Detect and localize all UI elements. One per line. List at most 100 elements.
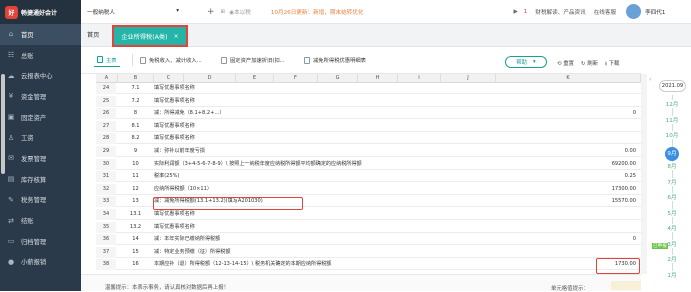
table-row[interactable]: 25 7.2 填写优惠事项名称 — [96, 95, 641, 107]
notification-count[interactable]: 1 — [524, 9, 528, 15]
subtab-main[interactable]: 主表 — [94, 53, 120, 67]
closing-icon: ⇄ — [8, 216, 14, 225]
table-row[interactable]: 35 13.2 填写优惠事项名称 — [96, 221, 641, 233]
scrollbar-thumb[interactable] — [1, 74, 5, 174]
close-icon[interactable]: × — [174, 33, 179, 40]
sidebar-item-reimburse[interactable]: ● 小薪报销 — [0, 252, 81, 273]
highlight-tax-reduction — [153, 197, 303, 210]
item-description: 填写优惠事项名称 — [154, 85, 195, 91]
play-icon[interactable]: ▶ — [513, 9, 517, 15]
table-row[interactable]: 32 12 应纳所得税额（10×11） 17300.00 — [96, 183, 641, 195]
tax-form-sheet[interactable]: ABCDEFGHIJK 24 7.1 填写优惠事项名称 25 7.2 填写优惠事项名称 26… — [96, 74, 641, 274]
table-row[interactable]: 30 10 实际利润额（3+4-5-6-7-8-9）\ 按照上一纳税年度应纳税所得额… — [96, 158, 641, 170]
row-number: 36 — [96, 234, 116, 246]
sidebar-item-salary[interactable]: ♙ 工资 — [0, 127, 81, 148]
subtab-tax-reduction-detail[interactable]: 减免所得税优惠明细表 — [301, 53, 369, 67]
row-number: 26 — [96, 108, 116, 120]
table-row[interactable]: 28 8.2 填写优惠事项名称 — [96, 133, 641, 145]
amount-cell[interactable]: 0.00 — [625, 146, 636, 157]
company-select[interactable]: 一般纳税人 ▾ — [87, 8, 183, 16]
user-name[interactable]: 李四代1 — [645, 8, 665, 16]
subtab-accelerated-depreciation[interactable]: 固定资产加速折旧(扣... — [218, 53, 288, 67]
sidebar-item-money[interactable]: ¥ 资金管理 — [0, 86, 81, 107]
sidebar-item-asset[interactable]: ▣ 固定资产 — [0, 107, 81, 128]
sidebar-item-archive[interactable]: ▭ 归档管理 — [0, 231, 81, 252]
sidebar-item-closing[interactable]: ⇄ 结账 — [0, 210, 81, 231]
timeline-month[interactable]: 4月 — [665, 224, 679, 232]
timeline-month[interactable]: 1月 — [665, 270, 679, 279]
timeline-month[interactable]: 7月 — [665, 177, 679, 186]
timeline-month[interactable]: 11月 — [665, 115, 679, 124]
amount-cell[interactable]: 69200.00 — [612, 159, 636, 170]
help-dropdown-button[interactable]: 帮助 ▾ — [505, 56, 547, 68]
column-header-cell: H — [358, 74, 398, 83]
table-row[interactable]: 31 11 税率(25%) 0.25 — [96, 171, 641, 183]
table-row[interactable]: 37 15 减：特定业务预缴（征）所得税额 — [96, 246, 641, 258]
sidebar-item-ledger[interactable]: ☷ 总账 — [0, 45, 81, 66]
tax-icon: ✎ — [8, 195, 14, 204]
table-row[interactable]: 27 8.1 填写优惠事项名称 — [96, 120, 641, 132]
row-number: 25 — [96, 95, 116, 107]
timeline-month[interactable]: 12月 — [665, 100, 679, 108]
timeline-month[interactable]: 2月 — [665, 255, 679, 263]
year-selector[interactable]: 2021.09 — [659, 80, 686, 92]
line-number: 9 — [133, 148, 138, 154]
timeline-month[interactable]: 9月 — [665, 146, 679, 161]
line-number: 8.2 — [131, 135, 140, 142]
avatar[interactable] — [626, 4, 642, 19]
sidebar-item-label: 云报表中心 — [21, 73, 53, 81]
sidebar-item-inventory[interactable]: ▤ 库存核算 — [0, 169, 81, 190]
amount-cell[interactable]: 0 — [633, 108, 636, 119]
subtab-label: 主表 — [106, 57, 117, 64]
amount-cell[interactable]: 15570.00 — [612, 196, 636, 207]
timeline-month[interactable]: 6月 — [665, 193, 679, 201]
logo-mark: 好 — [5, 5, 18, 19]
sidebar-item-label: 小薪报销 — [21, 259, 47, 267]
amount-cell[interactable]: 17300.00 — [612, 184, 636, 195]
row-number: 37 — [96, 246, 116, 258]
update-notice[interactable]: 10月26日更新：新增，期末结转优化 — [271, 8, 364, 16]
item-description: 填写优惠事项名称 — [154, 122, 195, 129]
amount-cell[interactable]: 0.25 — [625, 171, 636, 182]
table-row[interactable]: 29 9 减：弥补以前年度亏损 0.00 — [96, 146, 641, 157]
vertical-scrollbar[interactable] — [641, 74, 647, 274]
tax-mode-label: ◉本以税 — [229, 9, 251, 16]
sidebar-item-cloud[interactable]: ☁ 云报表中心 — [0, 65, 81, 86]
table-row[interactable]: 26 8 减：所得减免（8.1+8.2+…） 0 — [96, 108, 641, 120]
tab-home[interactable]: 首页 — [87, 30, 99, 39]
row-number: 38 — [96, 259, 116, 271]
item-description: 减：特定业务预缴（征）所得税额 — [154, 248, 231, 255]
news-link[interactable]: 财税解读、产品资讯 — [535, 8, 585, 16]
item-description: 填写优惠事项名称 — [154, 211, 195, 217]
refresh-button[interactable]: ↻ 刷新 — [581, 59, 598, 67]
tab-corporate-income-tax[interactable]: 企业所得税(A类) × — [112, 25, 188, 47]
customer-service-link[interactable]: 在线客服 — [594, 8, 616, 16]
table-row[interactable]: 38 16 本期应补（退）所得税额（12-13-14-15）\ 税务机关确定的本期应… — [96, 259, 641, 271]
amount-cell[interactable]: 0 — [633, 234, 636, 245]
sidebar-item-home[interactable]: ⌂ 首页 — [0, 24, 81, 45]
row-number: 32 — [96, 183, 116, 195]
grid-icon[interactable]: ⊞ — [221, 9, 226, 15]
timeline-month[interactable]: 10月 — [665, 131, 679, 139]
download-button[interactable]: ⭳ 下载 — [605, 59, 619, 69]
sidebar-item-invoice[interactable]: ✉ 发票管理 — [0, 148, 81, 169]
home-icon: ⌂ — [8, 30, 14, 39]
table-row[interactable]: 24 7.1 填写优惠事项名称 — [96, 83, 641, 94]
sidebar-item-label: 发票管理 — [21, 155, 47, 163]
chevron-left-icon[interactable]: ‹ — [649, 76, 655, 86]
add-icon[interactable]: + — [207, 7, 215, 17]
table-row[interactable]: 36 14 减：本年实际已缴纳所得税额 0 — [96, 234, 641, 246]
chevron-down-icon: ▾ — [533, 59, 536, 65]
reset-button[interactable]: ⟲ 重置 — [557, 59, 574, 67]
sidebar-item-tax[interactable]: ✎ 税务管理 — [0, 190, 81, 211]
line-number: 14 — [132, 236, 139, 243]
line-number: 7.2 — [131, 97, 140, 104]
table-row[interactable]: 34 13.1 填写优惠事项名称 — [96, 209, 641, 220]
timeline-month[interactable]: 5月 — [665, 208, 679, 217]
sheet-toolbar: 主表 免税收入、减计收入... 固定资产加速折旧(扣... 减免所得税优惠明细表… — [81, 47, 641, 74]
app-logo[interactable]: 好 畅捷通好会计 — [0, 0, 81, 24]
line-number: 13 — [132, 198, 139, 205]
subtab-tax-exempt-income[interactable]: 免税收入、减计收入... — [137, 53, 205, 67]
timeline-month[interactable]: 8月 — [665, 162, 679, 170]
column-header-cell: K — [496, 74, 641, 83]
